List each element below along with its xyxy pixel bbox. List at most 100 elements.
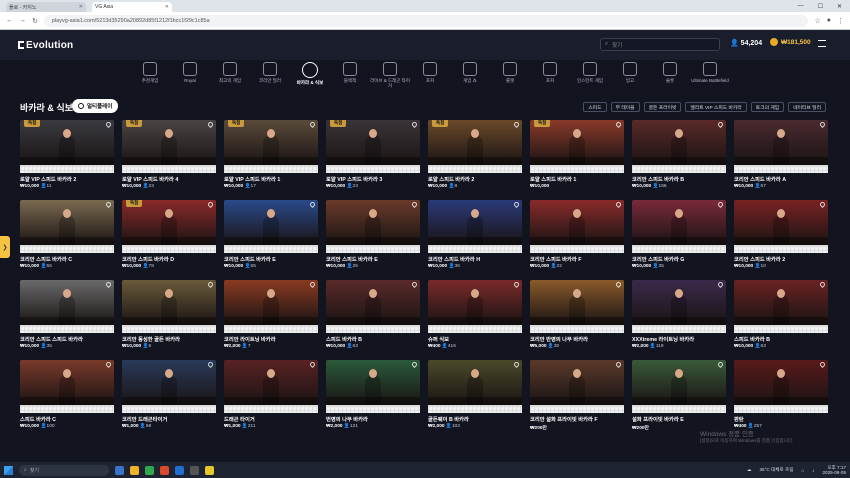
category-royal[interactable]: Royal bbox=[170, 62, 210, 96]
game-thumbnail[interactable] bbox=[224, 280, 318, 325]
favorite-heart-icon[interactable] bbox=[206, 280, 215, 289]
game-thumbnail[interactable] bbox=[20, 360, 114, 405]
filter-chip[interactable]: 네이티브 딜러 bbox=[788, 102, 826, 112]
game-card[interactable]: 코리안 라이트닝 바카라 ₩2,000 👤7 bbox=[224, 280, 318, 354]
game-thumbnail[interactable]: 독점 bbox=[224, 120, 318, 165]
game-card[interactable]: 코리안 스피드 바카라 2 ₩10,000 👤10 bbox=[734, 200, 828, 274]
favorite-heart-icon[interactable] bbox=[206, 360, 215, 369]
star-icon[interactable]: ☆ bbox=[814, 17, 820, 25]
game-thumbnail[interactable] bbox=[428, 200, 522, 245]
filter-chip[interactable]: 토크의 게임 bbox=[750, 102, 785, 112]
game-thumbnail[interactable] bbox=[428, 360, 522, 405]
browser-tab-casino[interactable]: 플로 - 카지노 ✕ bbox=[6, 2, 86, 12]
favorite-heart-icon[interactable] bbox=[512, 120, 521, 129]
close-icon[interactable]: ✕ bbox=[79, 4, 83, 10]
filter-chip[interactable]: 스피드 bbox=[583, 102, 607, 112]
favorite-heart-icon[interactable] bbox=[512, 280, 521, 289]
game-thumbnail[interactable] bbox=[734, 280, 828, 325]
game-thumbnail[interactable] bbox=[428, 280, 522, 325]
favorite-heart-icon[interactable] bbox=[410, 360, 419, 369]
category-korean-dealer[interactable]: 코리안 딜러 bbox=[250, 62, 290, 96]
favorite-heart-icon[interactable] bbox=[818, 360, 827, 369]
url-input[interactable]: playvg-asia1.com/5213d35290a20892d85f121… bbox=[43, 14, 809, 27]
game-thumbnail[interactable] bbox=[20, 280, 114, 325]
game-card[interactable]: 번영의 나무 바카라 ₩2,000 👤121 bbox=[326, 360, 420, 434]
favorite-heart-icon[interactable] bbox=[206, 120, 215, 129]
game-thumbnail[interactable] bbox=[632, 120, 726, 165]
game-thumbnail[interactable] bbox=[530, 200, 624, 245]
reload-icon[interactable]: ↻ bbox=[32, 17, 38, 25]
taskview-icon[interactable] bbox=[115, 465, 124, 475]
filter-chip[interactable]: 엘리트 VIP 스피드 바카라 bbox=[685, 102, 747, 112]
game-thumbnail[interactable]: 독점 bbox=[122, 120, 216, 165]
game-card[interactable]: 스피드 바카라 C ₩10,000 👤100 bbox=[20, 360, 114, 434]
favorite-heart-icon[interactable] bbox=[716, 200, 725, 209]
favorite-heart-icon[interactable] bbox=[410, 280, 419, 289]
favorite-heart-icon[interactable] bbox=[512, 200, 521, 209]
weather-text[interactable]: 35°C 대체로 흐림 bbox=[759, 467, 793, 473]
favorite-heart-icon[interactable] bbox=[512, 360, 521, 369]
chrome-icon[interactable] bbox=[160, 465, 169, 475]
game-thumbnail[interactable] bbox=[20, 200, 114, 245]
game-thumbnail[interactable] bbox=[224, 200, 318, 245]
favorite-heart-icon[interactable] bbox=[104, 280, 113, 289]
favorite-heart-icon[interactable] bbox=[716, 120, 725, 129]
favorite-heart-icon[interactable] bbox=[818, 120, 827, 129]
category-top-games[interactable]: 최고의 게임 bbox=[210, 62, 250, 96]
game-thumbnail[interactable] bbox=[632, 200, 726, 245]
category-game-show[interactable]: 게임 쇼 bbox=[450, 62, 490, 96]
game-thumbnail[interactable] bbox=[632, 280, 726, 325]
category-slots[interactable]: 슬롯 bbox=[650, 62, 690, 96]
search-input[interactable]: ⌕ 찾기 bbox=[600, 38, 720, 51]
game-thumbnail[interactable] bbox=[122, 360, 216, 405]
game-thumbnail[interactable]: 독점 bbox=[530, 120, 624, 165]
favorite-heart-icon[interactable] bbox=[410, 120, 419, 129]
close-window-icon[interactable]: ✕ bbox=[837, 3, 842, 10]
account-points[interactable]: 👤 54,204 bbox=[730, 39, 762, 47]
game-card[interactable]: 코리안 스피드 바카라 E ₩10,000 👤25 bbox=[326, 200, 420, 274]
minimize-icon[interactable]: — bbox=[798, 3, 804, 10]
game-thumbnail[interactable] bbox=[122, 280, 216, 325]
favorite-heart-icon[interactable] bbox=[308, 360, 317, 369]
favorite-heart-icon[interactable] bbox=[206, 200, 215, 209]
category-blackjack[interactable]: 블랙잭 bbox=[330, 62, 370, 96]
game-card[interactable]: 코리안 스피드 바카라 B ₩10,000 👤166 bbox=[632, 120, 726, 194]
category-ultimate-battlefield[interactable]: Ultimate Battlefield bbox=[690, 62, 730, 96]
favorite-heart-icon[interactable] bbox=[104, 360, 113, 369]
category-poker-2[interactable]: 포커 bbox=[530, 62, 570, 96]
forward-icon[interactable]: → bbox=[19, 17, 26, 24]
favorite-heart-icon[interactable] bbox=[614, 280, 623, 289]
category-poker[interactable]: 포커 bbox=[410, 62, 450, 96]
category-instant[interactable]: 인스턴트 게임 bbox=[570, 62, 610, 96]
game-thumbnail[interactable] bbox=[734, 200, 828, 245]
back-icon[interactable]: ← bbox=[6, 17, 13, 24]
game-thumbnail[interactable]: 독점 bbox=[428, 120, 522, 165]
favorite-heart-icon[interactable] bbox=[716, 280, 725, 289]
game-thumbnail[interactable] bbox=[734, 120, 828, 165]
game-card[interactable]: 스피드 바카라 B ₩10,000 👤63 bbox=[326, 280, 420, 354]
favorite-heart-icon[interactable] bbox=[614, 360, 623, 369]
favorite-heart-icon[interactable] bbox=[716, 360, 725, 369]
game-card[interactable]: 설화 프라이빗 바카라 E ₩200만 bbox=[632, 360, 726, 434]
favorite-heart-icon[interactable] bbox=[308, 200, 317, 209]
windows-start-icon[interactable] bbox=[4, 465, 13, 475]
game-thumbnail[interactable]: 독점 bbox=[20, 120, 114, 165]
game-thumbnail[interactable]: 독점 bbox=[326, 120, 420, 165]
category-baccarat-sicbo[interactable]: 바카라 & 식보 bbox=[290, 62, 330, 96]
game-card[interactable]: 코리안 스피드 바카라 H ₩10,000 👤36 bbox=[428, 200, 522, 274]
volume-icon[interactable]: ♪ bbox=[812, 468, 814, 473]
game-thumbnail[interactable] bbox=[224, 360, 318, 405]
game-card[interactable]: 코리안 설화 프라이빗 바카라 F ₩200만 bbox=[530, 360, 624, 434]
balance[interactable]: ₩181,500 bbox=[770, 38, 811, 46]
game-card[interactable]: 독점 로얄 스피드 바카라 1 ₩10,000 bbox=[530, 120, 624, 194]
game-card[interactable]: 독점 로얄 VIP 스피드 바카라 3 ₩10,000 👤23 bbox=[326, 120, 420, 194]
game-thumbnail[interactable] bbox=[326, 200, 420, 245]
game-card[interactable]: 골든웨이 B 바카라 ₩2,000 👤103 bbox=[428, 360, 522, 434]
game-thumbnail[interactable] bbox=[326, 360, 420, 405]
game-thumbnail[interactable] bbox=[326, 280, 420, 325]
game-thumbnail[interactable] bbox=[530, 280, 624, 325]
favorite-heart-icon[interactable] bbox=[410, 200, 419, 209]
app-icon[interactable] bbox=[145, 465, 154, 475]
favorite-heart-icon[interactable] bbox=[614, 120, 623, 129]
file-explorer-icon[interactable] bbox=[130, 465, 139, 475]
